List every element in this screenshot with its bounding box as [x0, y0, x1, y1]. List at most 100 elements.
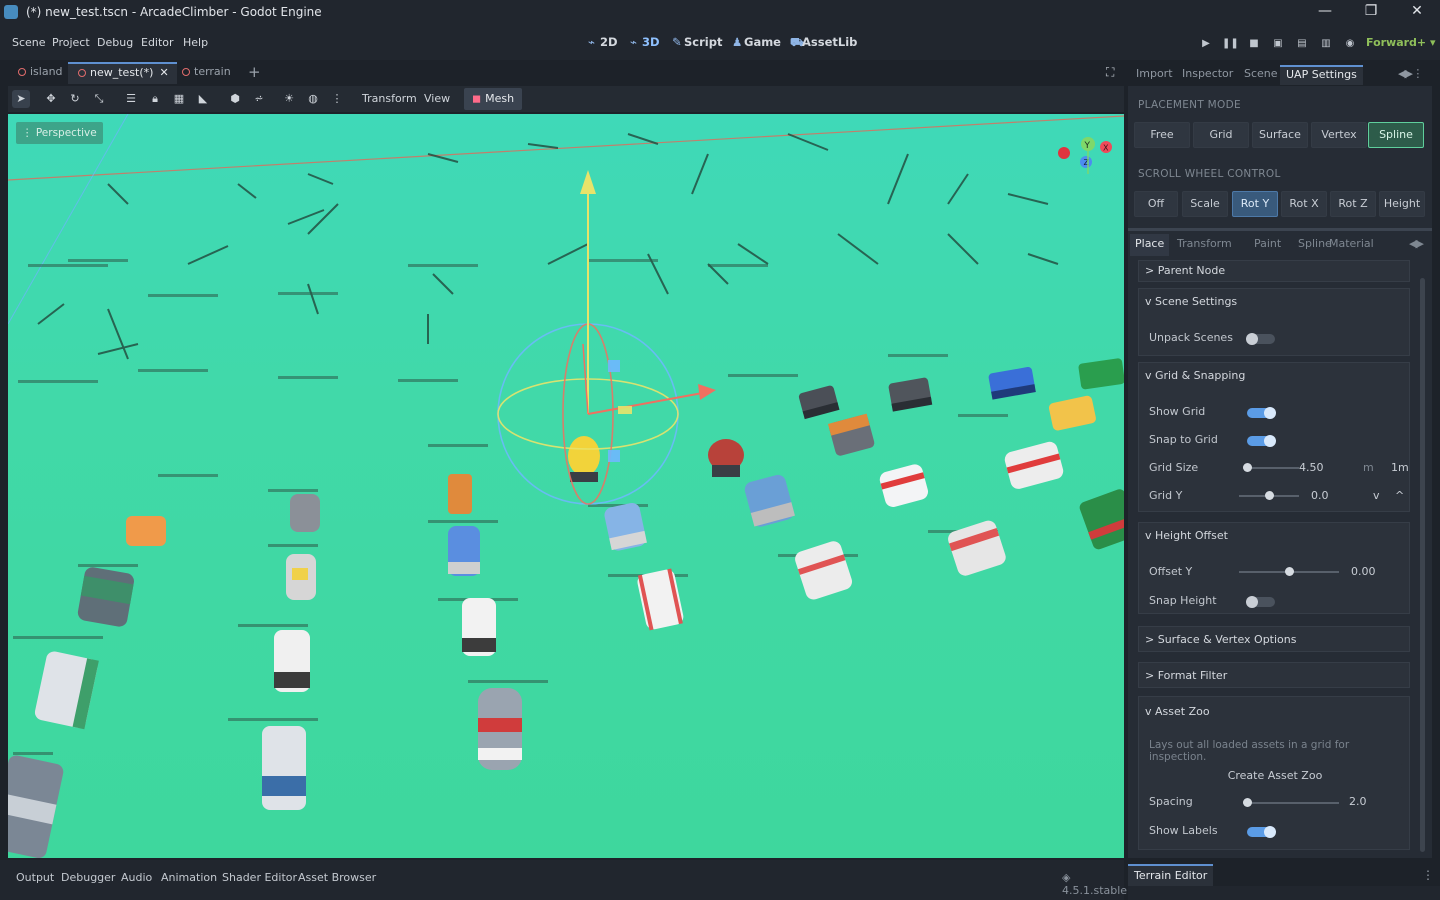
- scroll-rot-z-button[interactable]: Rot Z: [1330, 191, 1376, 217]
- tab-inspector[interactable]: Inspector: [1176, 65, 1239, 85]
- stop-icon[interactable]: ■: [1246, 38, 1262, 50]
- grid-size-slider[interactable]: [1243, 463, 1299, 472]
- asset-zoo-header[interactable]: v Asset Zoo: [1145, 705, 1210, 718]
- snap-height-toggle[interactable]: [1246, 596, 1275, 608]
- bottom-tab-output[interactable]: Output: [16, 871, 54, 884]
- pause-icon[interactable]: ❚❚: [1222, 38, 1239, 50]
- select-tool-icon[interactable]: ➤: [12, 90, 30, 108]
- menu-scene[interactable]: Scene: [12, 36, 46, 49]
- move-tool-icon[interactable]: ✥: [42, 90, 60, 108]
- menu-debug[interactable]: Debug: [97, 36, 133, 49]
- create-asset-zoo-button[interactable]: Create Asset Zoo: [1147, 763, 1403, 789]
- gizmo-y-arrow[interactable]: [580, 170, 596, 194]
- placement-grid-button[interactable]: Grid: [1193, 122, 1249, 148]
- engine-version[interactable]: ◈ 4.5.1.stable: [1062, 871, 1127, 897]
- orientation-gizmo[interactable]: Y X Z: [1058, 137, 1112, 174]
- format-filter-header[interactable]: > Format Filter: [1145, 669, 1227, 682]
- play-scene-icon[interactable]: ▤: [1294, 38, 1310, 50]
- show-labels-toggle[interactable]: [1247, 826, 1276, 838]
- placement-free-button[interactable]: Free: [1134, 122, 1190, 148]
- scale-tool-icon[interactable]: ⤡: [90, 90, 108, 108]
- tab-import[interactable]: Import: [1130, 65, 1179, 85]
- view-menu[interactable]: View: [424, 92, 450, 105]
- play-custom-scene-icon[interactable]: ▥: [1318, 38, 1334, 50]
- show-grid-toggle[interactable]: [1247, 407, 1276, 419]
- subtab-arrows-icon[interactable]: ◀▶: [1404, 234, 1427, 256]
- subtab-paint[interactable]: Paint: [1249, 234, 1286, 256]
- gizmo-plane-handle[interactable]: [618, 406, 632, 414]
- bottom-tab-animation[interactable]: Animation: [161, 871, 217, 884]
- sun-preview-icon[interactable]: ☀: [280, 90, 298, 108]
- tab-uap-settings[interactable]: UAP Settings: [1280, 65, 1363, 85]
- surface-vertex-section[interactable]: > Surface & Vertex Options: [1138, 626, 1410, 652]
- main-screen-assetlib[interactable]: ⛟AssetLib: [790, 35, 857, 51]
- renderer-select[interactable]: Forward+ ▾: [1366, 36, 1436, 49]
- menu-help[interactable]: Help: [183, 36, 208, 49]
- maximize-button[interactable]: ❐: [1348, 0, 1394, 24]
- ruler-icon[interactable]: ◣: [194, 90, 212, 108]
- scene-settings-header[interactable]: v Scene Settings: [1145, 295, 1237, 308]
- lock-icon[interactable]: 🔒︎: [146, 90, 164, 108]
- scene-tab-new-test[interactable]: new_test(*) ✕: [68, 62, 177, 84]
- main-screen-3d[interactable]: ⌁ 3D: [630, 35, 660, 49]
- menu-project[interactable]: Project: [52, 36, 90, 49]
- offset-y-value[interactable]: 0.00: [1351, 565, 1376, 578]
- distraction-free-icon[interactable]: ⛶: [1106, 65, 1114, 80]
- snap-to-grid-toggle[interactable]: [1247, 435, 1276, 447]
- terrain-menu-icon[interactable]: ⋮: [1422, 868, 1434, 882]
- gizmo-plane-handle[interactable]: [608, 360, 620, 372]
- scene-tab-island[interactable]: island: [8, 62, 71, 84]
- 3d-viewport[interactable]: Y X Z ⋮ Perspective: [8, 114, 1124, 858]
- list-select-icon[interactable]: ☰: [122, 90, 140, 108]
- subtab-place[interactable]: Place: [1130, 234, 1170, 256]
- grid-size-value[interactable]: 4.50: [1299, 461, 1324, 474]
- grid-snapping-header[interactable]: v Grid & Snapping: [1145, 369, 1245, 382]
- scroll-height-button[interactable]: Height: [1379, 191, 1425, 217]
- subtab-transform[interactable]: Transform: [1172, 234, 1237, 256]
- main-screen-2d[interactable]: ⌁ 2D: [588, 35, 618, 49]
- scroll-off-button[interactable]: Off: [1134, 191, 1178, 217]
- unpack-scenes-toggle[interactable]: [1246, 333, 1275, 345]
- gizmo-x-axis[interactable]: [587, 391, 709, 415]
- transform-menu[interactable]: Transform: [362, 92, 417, 105]
- subtab-material[interactable]: Material: [1324, 234, 1379, 256]
- group-icon[interactable]: ▦: [170, 90, 188, 108]
- spacing-value[interactable]: 2.0: [1349, 795, 1367, 808]
- rotate-tool-icon[interactable]: ↻: [66, 90, 84, 108]
- placement-surface-button[interactable]: Surface: [1252, 122, 1308, 148]
- environment-preview-icon[interactable]: ◍: [304, 90, 322, 108]
- movie-maker-icon[interactable]: ◉: [1342, 38, 1358, 50]
- add-scene-tab-icon[interactable]: +: [248, 63, 261, 81]
- parent-node-section[interactable]: > Parent Node: [1138, 260, 1410, 282]
- height-offset-header[interactable]: v Height Offset: [1145, 529, 1228, 542]
- spacing-slider[interactable]: [1243, 798, 1339, 807]
- format-filter-section[interactable]: > Format Filter: [1138, 662, 1410, 688]
- scroll-rot-x-button[interactable]: Rot X: [1281, 191, 1327, 217]
- gizmo-plane-handle[interactable]: [608, 450, 620, 462]
- more-options-icon[interactable]: ⋮: [328, 90, 346, 108]
- grid-y-up-button[interactable]: ^: [1395, 489, 1404, 502]
- scroll-scale-button[interactable]: Scale: [1182, 191, 1228, 217]
- offset-y-slider[interactable]: [1239, 567, 1339, 576]
- scroll-rot-y-button[interactable]: Rot Y: [1232, 191, 1278, 217]
- grid-size-1m-button[interactable]: 1m: [1391, 461, 1409, 474]
- dock-arrows-icon[interactable]: ◀▶ ⋮: [1392, 65, 1427, 85]
- mesh-menu[interactable]: ◼ Mesh: [464, 88, 523, 110]
- surface-vertex-header[interactable]: > Surface & Vertex Options: [1145, 633, 1297, 646]
- menu-editor[interactable]: Editor: [141, 36, 174, 49]
- placement-vertex-button[interactable]: Vertex: [1311, 122, 1367, 148]
- play-icon[interactable]: ▶: [1198, 38, 1214, 50]
- gizmo-x-arrow[interactable]: [698, 384, 716, 400]
- main-screen-game[interactable]: ♟ Game: [732, 35, 781, 49]
- dock-scrollbar[interactable]: [1420, 278, 1425, 852]
- bottom-tab-asset-browser[interactable]: Asset Browser: [298, 871, 376, 884]
- grid-y-slider[interactable]: [1239, 491, 1299, 500]
- bottom-tab-debugger[interactable]: Debugger: [61, 871, 115, 884]
- snap-icon[interactable]: ⩫: [250, 90, 268, 108]
- local-space-icon[interactable]: ⬢: [226, 90, 244, 108]
- grid-y-value[interactable]: 0.0: [1311, 489, 1329, 502]
- placement-spline-button[interactable]: Spline: [1368, 122, 1424, 148]
- tab-scene[interactable]: Scene: [1238, 65, 1284, 85]
- bottom-tab-shader-editor[interactable]: Shader Editor: [222, 871, 297, 884]
- main-screen-script[interactable]: ✎ Script: [672, 35, 722, 49]
